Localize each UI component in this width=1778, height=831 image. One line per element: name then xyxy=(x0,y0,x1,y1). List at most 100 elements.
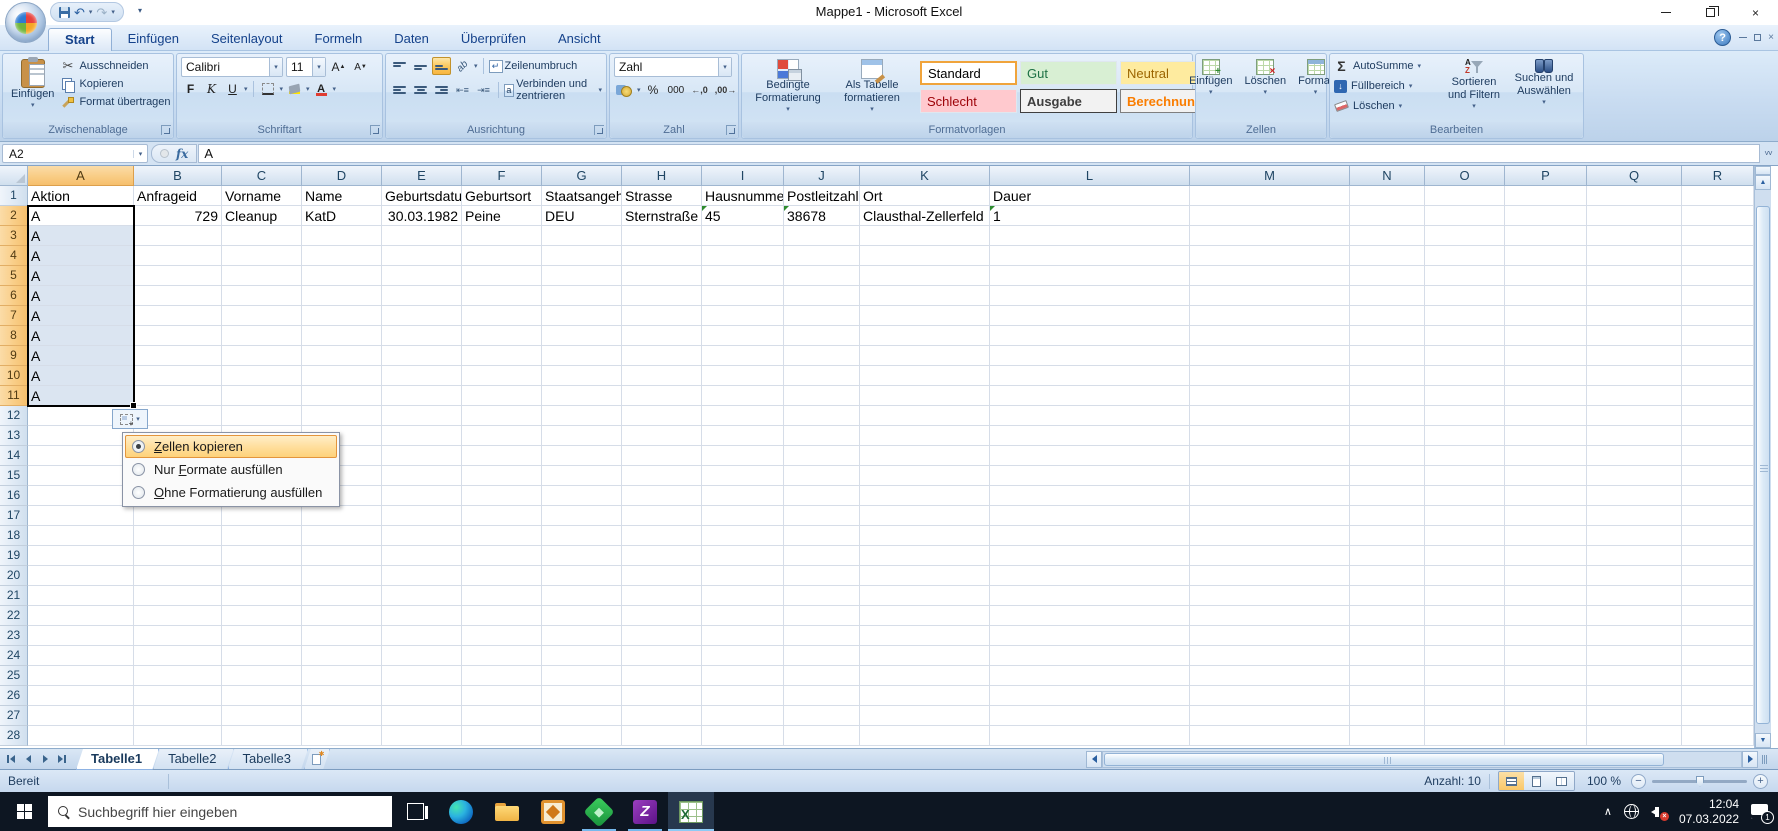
row-header-2[interactable]: 2 xyxy=(0,206,28,226)
merge-center-dropdown-icon[interactable]: ▾ xyxy=(598,86,602,94)
cell-C23[interactable] xyxy=(222,626,302,646)
cell-L27[interactable] xyxy=(990,706,1190,726)
cell-P17[interactable] xyxy=(1505,506,1587,526)
cell-K16[interactable] xyxy=(860,486,990,506)
cell-E23[interactable] xyxy=(382,626,462,646)
cell-K19[interactable] xyxy=(860,546,990,566)
col-header-N[interactable]: N xyxy=(1350,166,1425,186)
cell-O1[interactable] xyxy=(1425,186,1505,206)
cell-K26[interactable] xyxy=(860,686,990,706)
cell-P22[interactable] xyxy=(1505,606,1587,626)
network-icon[interactable] xyxy=(1623,804,1639,819)
cell-P8[interactable] xyxy=(1505,326,1587,346)
cell-O5[interactable] xyxy=(1425,266,1505,286)
cell-Q8[interactable] xyxy=(1587,326,1682,346)
cell-O13[interactable] xyxy=(1425,426,1505,446)
cell-A6[interactable]: A xyxy=(28,286,134,306)
cell-M16[interactable] xyxy=(1190,486,1350,506)
cell-A25[interactable] xyxy=(28,666,134,686)
cell-C9[interactable] xyxy=(222,346,302,366)
cell-B10[interactable] xyxy=(134,366,222,386)
cell-R3[interactable] xyxy=(1682,226,1754,246)
cell-D25[interactable] xyxy=(302,666,382,686)
cell-P26[interactable] xyxy=(1505,686,1587,706)
cell-F10[interactable] xyxy=(462,366,542,386)
cell-E25[interactable] xyxy=(382,666,462,686)
cell-C7[interactable] xyxy=(222,306,302,326)
cell-N25[interactable] xyxy=(1350,666,1425,686)
cell-F25[interactable] xyxy=(462,666,542,686)
cell-N5[interactable] xyxy=(1350,266,1425,286)
cell-Q3[interactable] xyxy=(1587,226,1682,246)
ribbon-tab-Überprüfen[interactable]: Überprüfen xyxy=(445,28,542,51)
cell-G4[interactable] xyxy=(542,246,622,266)
cell-G13[interactable] xyxy=(542,426,622,446)
cell-R21[interactable] xyxy=(1682,586,1754,606)
cell-Q27[interactable] xyxy=(1587,706,1682,726)
cell-P5[interactable] xyxy=(1505,266,1587,286)
cell-E17[interactable] xyxy=(382,506,462,526)
row-header-19[interactable]: 19 xyxy=(0,546,28,566)
cell-O8[interactable] xyxy=(1425,326,1505,346)
tray-expand-icon[interactable]: ∧ xyxy=(1604,805,1612,818)
cell-E1[interactable]: Geburtsdatu xyxy=(382,186,462,206)
cell-L21[interactable] xyxy=(990,586,1190,606)
cell-C20[interactable] xyxy=(222,566,302,586)
cell-F9[interactable] xyxy=(462,346,542,366)
cell-M20[interactable] xyxy=(1190,566,1350,586)
cell-C28[interactable] xyxy=(222,726,302,746)
cell-J5[interactable] xyxy=(784,266,860,286)
cell-F6[interactable] xyxy=(462,286,542,306)
workbook-close-icon[interactable]: × xyxy=(1768,32,1774,43)
cell-R17[interactable] xyxy=(1682,506,1754,526)
cell-C18[interactable] xyxy=(222,526,302,546)
cell-I17[interactable] xyxy=(702,506,784,526)
cell-O23[interactable] xyxy=(1425,626,1505,646)
cell-R16[interactable] xyxy=(1682,486,1754,506)
cell-Q6[interactable] xyxy=(1587,286,1682,306)
ribbon-tab-Seitenlayout[interactable]: Seitenlayout xyxy=(195,28,299,51)
cell-C19[interactable] xyxy=(222,546,302,566)
cell-R18[interactable] xyxy=(1682,526,1754,546)
cell-I24[interactable] xyxy=(702,646,784,666)
cell-M26[interactable] xyxy=(1190,686,1350,706)
comma-style-button[interactable]: 000 xyxy=(666,81,687,99)
conditional-formatting-button[interactable]: Bedingte Formatierung ▾ xyxy=(746,57,830,115)
style-tile-Ausgabe[interactable]: Ausgabe xyxy=(1020,89,1117,113)
zoom-track[interactable] xyxy=(1652,775,1747,787)
cell-C5[interactable] xyxy=(222,266,302,286)
cell-Q28[interactable] xyxy=(1587,726,1682,746)
cell-I8[interactable] xyxy=(702,326,784,346)
save-icon[interactable] xyxy=(59,6,70,18)
cell-I22[interactable] xyxy=(702,606,784,626)
cell-B2[interactable]: 729 xyxy=(134,206,222,226)
cell-O18[interactable] xyxy=(1425,526,1505,546)
cell-F27[interactable] xyxy=(462,706,542,726)
cell-M22[interactable] xyxy=(1190,606,1350,626)
cell-L24[interactable] xyxy=(990,646,1190,666)
cell-F17[interactable] xyxy=(462,506,542,526)
font-name-dropdown-icon[interactable]: ▾ xyxy=(269,58,282,76)
cell-M5[interactable] xyxy=(1190,266,1350,286)
cell-F11[interactable] xyxy=(462,386,542,406)
cell-R2[interactable] xyxy=(1682,206,1754,226)
cell-L8[interactable] xyxy=(990,326,1190,346)
help-icon[interactable]: ? xyxy=(1714,29,1732,46)
cell-I14[interactable] xyxy=(702,446,784,466)
cell-K8[interactable] xyxy=(860,326,990,346)
cell-H12[interactable] xyxy=(622,406,702,426)
cell-E8[interactable] xyxy=(382,326,462,346)
col-header-A[interactable]: A xyxy=(28,166,134,186)
insert-function-icon[interactable]: fx xyxy=(176,147,188,161)
cell-P9[interactable] xyxy=(1505,346,1587,366)
decrease-decimal-button[interactable]: ,00→ xyxy=(713,81,739,99)
cell-G12[interactable] xyxy=(542,406,622,426)
tab-split-handle[interactable] xyxy=(1758,751,1770,768)
cell-E24[interactable] xyxy=(382,646,462,666)
format-painter-button[interactable]: Format übertragen xyxy=(60,93,171,111)
cell-D3[interactable] xyxy=(302,226,382,246)
cell-P6[interactable] xyxy=(1505,286,1587,306)
cell-M2[interactable] xyxy=(1190,206,1350,226)
font-color-dropdown-icon[interactable]: ▾ xyxy=(333,85,337,93)
cell-G27[interactable] xyxy=(542,706,622,726)
